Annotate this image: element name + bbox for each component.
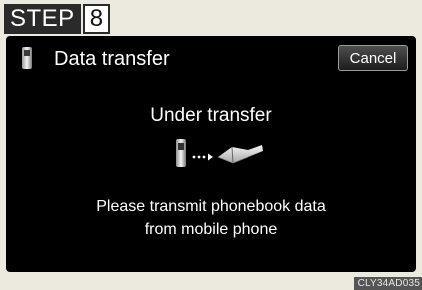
title-bar: Data transfer Cancel: [6, 36, 416, 80]
instruction-line-2: from mobile phone: [144, 221, 278, 238]
step-badge: STEP 8: [4, 4, 111, 34]
transfer-status: Under transfer: [150, 105, 272, 126]
step-number: 8: [82, 4, 111, 34]
step-label: STEP: [4, 4, 81, 34]
mobile-phone-icon: [176, 139, 186, 167]
mobile-phone-icon: [22, 47, 32, 69]
transfer-animation: [176, 139, 263, 167]
nav-screen: Data transfer Cancel Under transfer Plea…: [6, 36, 416, 272]
instruction-line-1: Please transmit phonebook data: [96, 198, 326, 215]
cancel-button[interactable]: Cancel: [338, 45, 408, 71]
screen-title: Data transfer: [54, 48, 170, 70]
arrow-dots-icon: [192, 153, 213, 161]
phonebook-icon: [217, 145, 263, 164]
figure-code: CLY34AD035: [353, 277, 422, 290]
